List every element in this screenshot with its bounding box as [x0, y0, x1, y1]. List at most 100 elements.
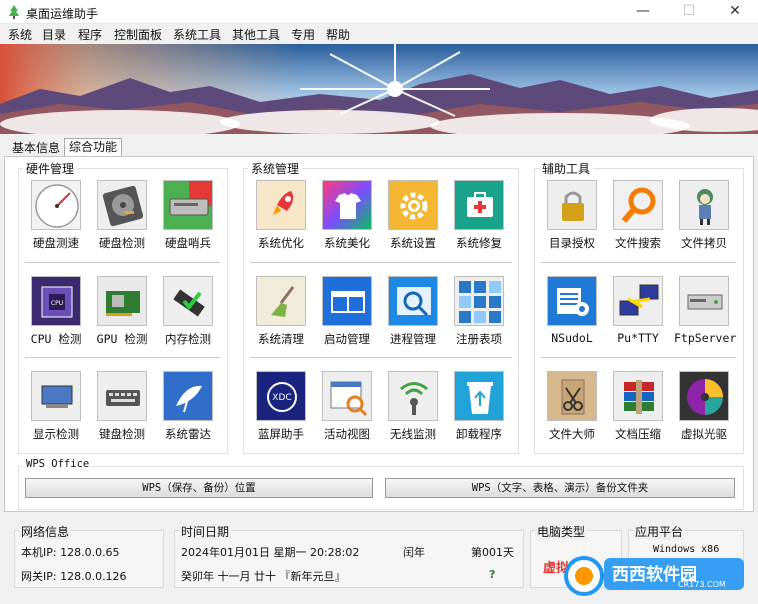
keyboard-icon [97, 371, 147, 421]
tool-wireless-monitor[interactable]: 无线监测 [383, 371, 443, 443]
gauge-icon [31, 180, 81, 230]
close-button[interactable]: ✕ [712, 0, 758, 24]
tool-keyboard-check[interactable]: 键盘检测 [92, 371, 152, 443]
tool-doc-compress[interactable]: 文档压缩 [608, 371, 668, 443]
tool-bsod-helper[interactable]: XDC 蓝屏助手 [251, 371, 311, 443]
wireless-icon [388, 371, 438, 421]
menu-help[interactable]: 帮助 [326, 26, 350, 43]
separator [250, 262, 512, 263]
tool-system-optimize[interactable]: 系统优化 [251, 180, 311, 252]
tab-comprehensive[interactable]: 综合功能 [64, 138, 123, 158]
tool-disk-sentinel[interactable]: 硬盘哨兵 [158, 180, 218, 252]
separator [541, 262, 736, 263]
archive-icon [613, 371, 663, 421]
tool-system-radar[interactable]: 系统雷达 [158, 371, 218, 443]
group-title-hardware: 硬件管理 [23, 160, 78, 177]
first-aid-icon [454, 180, 504, 230]
day-of-year: 第001天 [471, 546, 514, 559]
tool-disk-check[interactable]: 硬盘检测 [92, 180, 152, 252]
rocket-icon [256, 180, 306, 230]
tool-system-beautify[interactable]: 系统美化 [317, 180, 377, 252]
tool-uninstall[interactable]: 卸载程序 [449, 371, 509, 443]
memory-icon [163, 276, 213, 326]
radar-dish-icon [163, 371, 213, 421]
ftp-server-icon [679, 276, 729, 326]
tool-startup-manager[interactable]: 启动管理 [317, 276, 377, 348]
separator [25, 262, 220, 263]
tool-memory-check[interactable]: 内存检测 [158, 276, 218, 348]
tool-putty[interactable]: Pu*TTY [608, 276, 668, 348]
hard-disk-icon [97, 180, 147, 230]
tool-system-repair[interactable]: 系统修复 [449, 180, 509, 252]
tool-disk-speed[interactable]: 硬盘测速 [26, 180, 86, 252]
tool-label: 文档压缩 [615, 427, 661, 441]
tool-display-check[interactable]: 显示检测 [26, 371, 86, 443]
recycle-bin-icon [454, 371, 504, 421]
tool-registry[interactable]: 注册表项 [449, 276, 509, 348]
tool-label: 蓝屏助手 [258, 427, 304, 441]
banner-image [0, 44, 758, 134]
cpu-icon: CPU [31, 276, 81, 326]
activity-window-icon [322, 371, 372, 421]
menu-directory[interactable]: 目录 [42, 26, 66, 43]
app-icon [9, 5, 19, 19]
tool-ftp-server[interactable]: FtpServer [674, 276, 736, 348]
wps-group: WPS Office WPS（保存、备份）位置 WPS（文字、表格、演示）备份文… [18, 458, 744, 510]
tshirt-icon [322, 180, 372, 230]
wps-save-location-button[interactable]: WPS（保存、备份）位置 [25, 478, 373, 498]
gateway-ip: 网关IP: 128.0.0.126 [21, 570, 127, 583]
bsod-icon: XDC [256, 371, 306, 421]
tool-label: 注册表项 [456, 332, 502, 346]
tool-label: GPU 检测 [96, 332, 148, 346]
menu-bar: 系统 目录 程序 控制面板 系统工具 其他工具 专用 帮助 [0, 24, 758, 44]
tool-system-clean[interactable]: 系统清理 [251, 276, 311, 348]
tool-label: 文件大师 [549, 427, 595, 441]
tool-label: 系统清理 [258, 332, 304, 346]
tool-label: 系统修复 [456, 236, 502, 250]
search-icon [613, 180, 663, 230]
tool-label: 键盘检测 [99, 427, 145, 441]
menu-system[interactable]: 系统 [8, 26, 32, 43]
tool-label: 系统美化 [324, 236, 370, 250]
tool-file-search[interactable]: 文件搜索 [608, 180, 668, 252]
title-bar: 桌面运维助手 — ☐ ✕ [0, 0, 758, 24]
menu-program[interactable]: 程序 [78, 26, 102, 43]
tool-file-copy[interactable]: 文件拷贝 [674, 180, 734, 252]
menu-system-tools[interactable]: 系统工具 [173, 26, 221, 43]
tool-label: 目录授权 [549, 236, 595, 250]
tool-label: 硬盘测速 [33, 236, 79, 250]
tool-label: 虚拟光驱 [681, 427, 727, 441]
tool-file-master[interactable]: 文件大师 [542, 371, 602, 443]
pc-type-title: 电脑类型 [535, 523, 588, 540]
maximize-button[interactable]: ☐ [666, 0, 712, 24]
tool-gpu-check[interactable]: GPU 检测 [92, 276, 152, 348]
svg-text:XDC: XDC [272, 393, 291, 403]
tool-nsudol[interactable]: NSudoL [542, 276, 602, 348]
wps-backup-folder-button[interactable]: WPS（文字、表格、演示）备份文件夹 [385, 478, 735, 498]
disc-icon [679, 371, 729, 421]
tool-label: 进程管理 [390, 332, 436, 346]
tool-system-settings[interactable]: 系统设置 [383, 180, 443, 252]
tool-cpu-check[interactable]: CPU CPU 检测 [26, 276, 86, 348]
window-title: 桌面运维助手 [26, 7, 99, 21]
tool-label: 活动视图 [324, 427, 370, 441]
tab-strip: 基本信息 综合功能 [0, 136, 758, 158]
magnifier-window-icon [388, 276, 438, 326]
tool-label: CPU 检测 [30, 332, 82, 346]
tool-label: 系统设置 [390, 236, 436, 250]
menu-other-tools[interactable]: 其他工具 [232, 26, 280, 43]
tool-virtual-drive[interactable]: 虚拟光驱 [674, 371, 734, 443]
minimize-button[interactable]: — [620, 0, 666, 24]
tool-label: 文件搜索 [615, 236, 661, 250]
separator [250, 357, 512, 358]
menu-special[interactable]: 专用 [291, 26, 315, 43]
broom-icon [256, 276, 306, 326]
tool-process-manager[interactable]: 进程管理 [383, 276, 443, 348]
menu-control-panel[interactable]: 控制面板 [114, 26, 162, 43]
network-info-title: 网络信息 [19, 523, 72, 540]
tool-dir-permission[interactable]: 目录授权 [542, 180, 602, 252]
tool-activity-view[interactable]: 活动视图 [317, 371, 377, 443]
tool-label: 启动管理 [324, 332, 370, 346]
lunar-date: 癸卯年 十一月 廿十 『新年元旦』 [181, 570, 346, 583]
startup-window-icon [322, 276, 372, 326]
